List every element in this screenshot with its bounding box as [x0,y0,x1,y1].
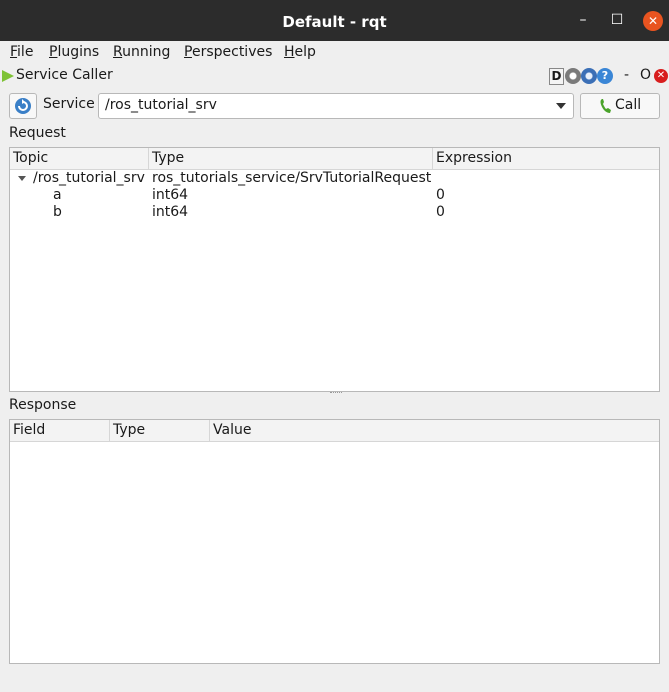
dock-button[interactable]: D [549,68,564,85]
float-plugin-button[interactable]: O [640,67,651,83]
tree-row[interactable]: b int64 0 [10,204,659,221]
call-button-label: Call [615,97,642,113]
topic-cell: a [53,187,62,203]
refresh-button[interactable] [9,93,37,119]
menu-mnemonic: H [284,44,295,60]
service-value: /ros_tutorial_srv [105,97,217,113]
phone-icon [600,99,611,113]
plugin-title: Service Caller [16,67,113,83]
menu-label: unning [122,44,171,60]
gear-icon[interactable] [565,68,581,84]
service-label: Service [43,96,95,112]
tree-row[interactable]: /ros_tutorial_srv ros_tutorials_service/… [10,170,659,187]
menu-label: elp [294,44,316,60]
menubar: File Plugins Running Perspectives Help [0,41,669,63]
menu-label: lugins [57,44,100,60]
header-type[interactable]: Type [110,420,210,441]
expression-cell[interactable]: 0 [436,204,445,221]
type-cell: ros_tutorials_service/SrvTutorialRequest [152,170,432,186]
menu-perspectives[interactable]: Perspectives [184,41,272,63]
response-tree-header: Field Type Value [10,420,659,442]
menu-label: ile [17,44,34,60]
type-cell: int64 [152,187,189,203]
play-icon [2,70,14,82]
plugin-titlebar: Service Caller D ? - O ✕ [0,64,669,88]
type-cell: int64 [152,204,189,220]
help-icon[interactable]: ? [597,68,613,84]
header-value[interactable]: Value [210,420,659,441]
splitter-handle[interactable] [330,392,342,395]
header-field[interactable]: Field [10,420,110,441]
menu-mnemonic: P [184,44,192,60]
window-titlebar: Default - rqt – ☐ ✕ [0,0,669,41]
response-label: Response [9,397,77,413]
reload-icon[interactable] [581,68,597,84]
topic-cell: b [53,204,62,220]
chevron-down-icon[interactable] [18,176,26,181]
request-tree[interactable]: Topic Type Expression /ros_tutorial_srv … [9,147,660,392]
request-label: Request [9,125,66,141]
chevron-down-icon [556,103,566,109]
expression-cell[interactable]: 0 [436,187,445,204]
header-expression[interactable]: Expression [433,148,659,169]
minimize-plugin-button[interactable]: - [624,67,629,83]
service-combobox[interactable]: /ros_tutorial_srv [98,93,574,119]
topic-cell: /ros_tutorial_srv [33,170,145,186]
menu-file[interactable]: File [10,41,33,63]
menu-mnemonic: F [10,44,18,60]
header-type[interactable]: Type [149,148,433,169]
close-plugin-icon[interactable]: ✕ [654,69,668,83]
tree-row[interactable]: a int64 0 [10,187,659,204]
response-tree[interactable]: Field Type Value [9,419,660,664]
menu-plugins[interactable]: Plugins [49,41,99,63]
minimize-icon[interactable]: – [573,10,593,30]
close-icon[interactable]: ✕ [643,11,663,31]
call-button[interactable]: Call [580,93,660,119]
menu-label: erspectives [191,44,273,60]
menu-mnemonic: R [113,44,123,60]
refresh-icon [15,98,31,114]
window-title: Default - rqt [282,13,387,31]
header-topic[interactable]: Topic [10,148,149,169]
request-tree-header: Topic Type Expression [10,148,659,170]
menu-help[interactable]: Help [284,41,316,63]
menu-running[interactable]: Running [113,41,170,63]
maximize-icon[interactable]: ☐ [607,10,627,30]
